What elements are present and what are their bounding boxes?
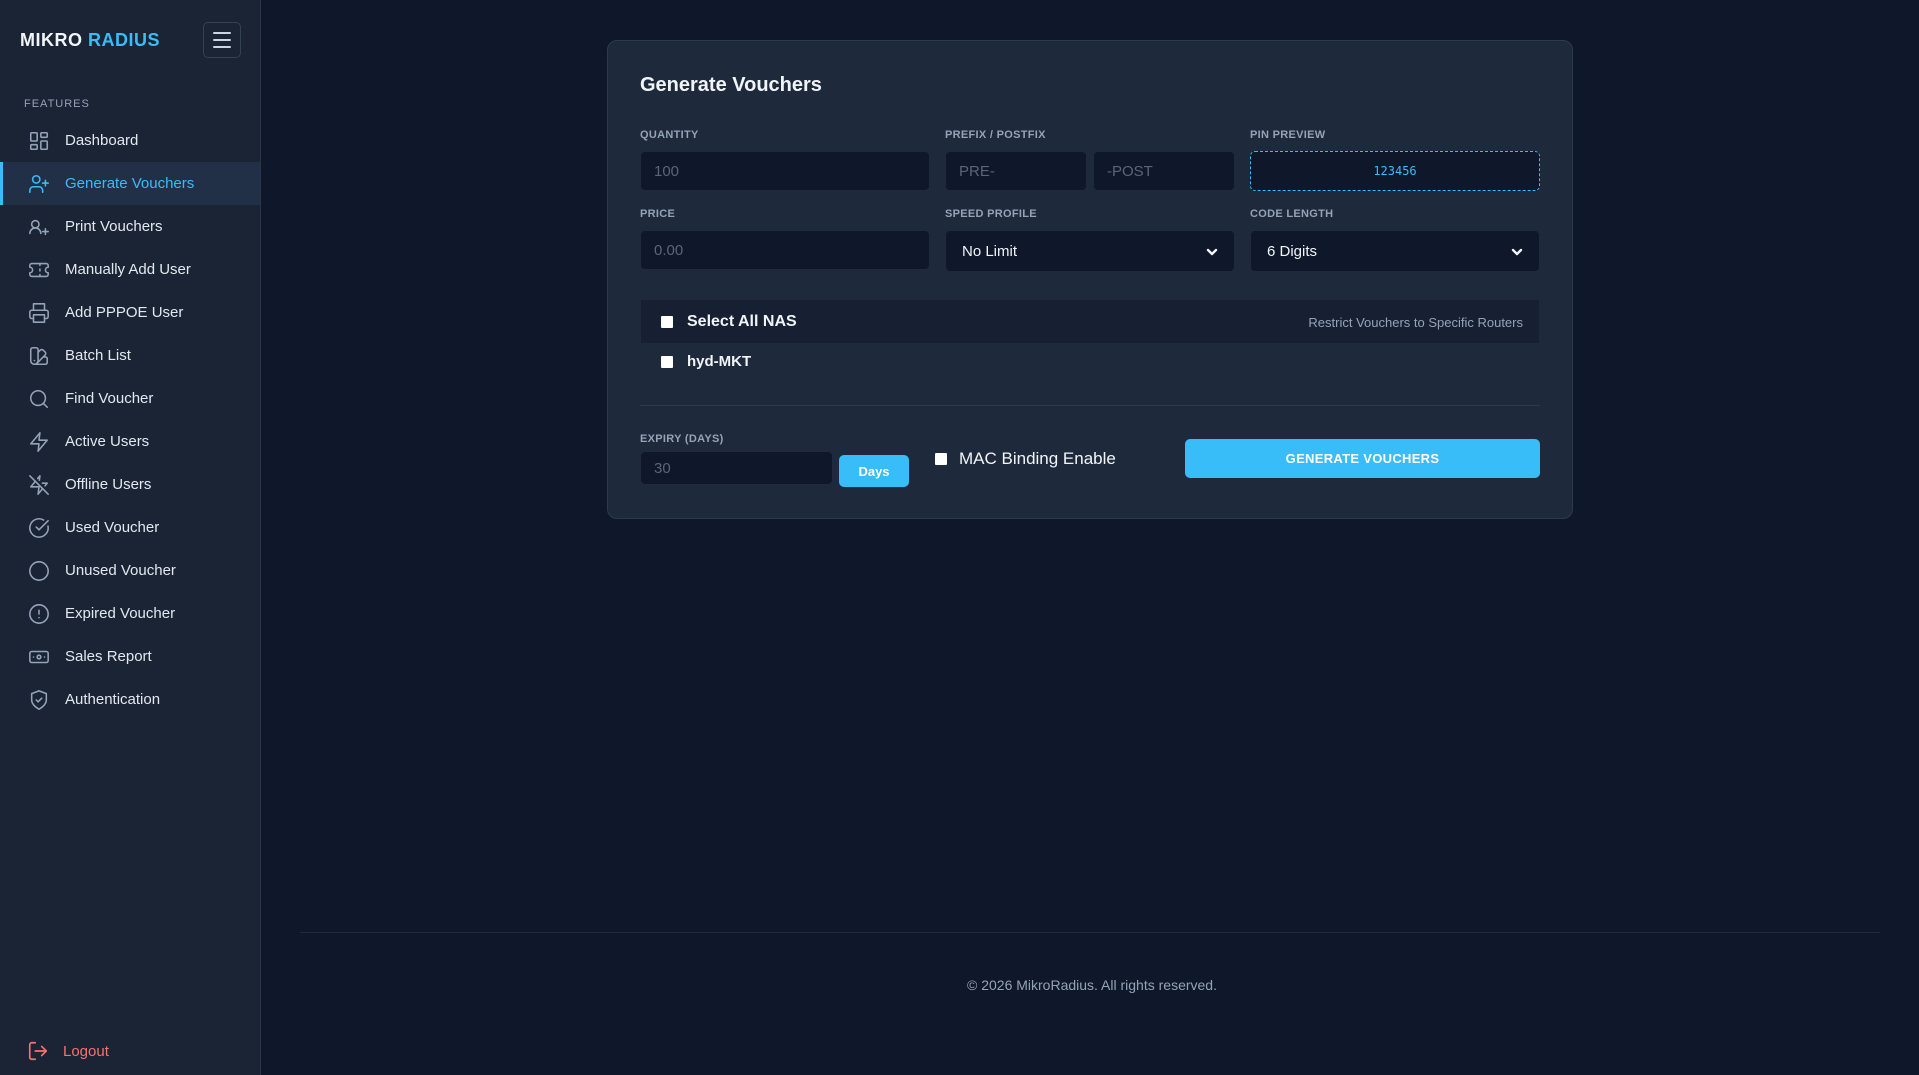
sidebar-item-label: Sales Report <box>65 648 152 665</box>
footer: © 2026 MikroRadius. All rights reserved. <box>0 977 1919 993</box>
expiry-unit-button[interactable]: Days <box>839 455 909 487</box>
price-input[interactable] <box>640 230 930 270</box>
shield-check-icon <box>27 688 51 712</box>
logout-icon <box>28 1041 48 1061</box>
sidebar-item-label: Unused Voucher <box>65 562 176 579</box>
swatch-book-icon <box>27 344 51 368</box>
sidebar-item-label: Generate Vouchers <box>65 175 195 192</box>
footer-copyright: © 2026 MikroRadius. All rights reserved. <box>967 977 1217 993</box>
nas-header: Select All NAS Restrict Vouchers to Spec… <box>641 300 1539 344</box>
code-length-select[interactable]: 6 Digits <box>1250 230 1540 272</box>
mac-binding-label: MAC Binding Enable <box>959 449 1116 468</box>
user-plus-icon <box>27 215 51 239</box>
sidebar-item-add-pppoe-user[interactable]: Add PPPOE User <box>0 291 260 334</box>
sidebar-item-offline-users[interactable]: Offline Users <box>0 463 260 506</box>
section-label: FEATURES <box>24 98 90 110</box>
postfix-input[interactable] <box>1093 151 1235 191</box>
prefix-input[interactable] <box>945 151 1087 191</box>
menu-toggle-button[interactable] <box>203 22 241 58</box>
hamburger-icon-bar <box>213 46 231 48</box>
sidebar-nav: Dashboard Generate Vouchers Print Vouche… <box>0 119 260 721</box>
speed-profile-value: No Limit <box>962 242 1018 260</box>
sidebar-item-label: Offline Users <box>65 476 152 493</box>
page-title: Generate Vouchers <box>640 74 822 96</box>
quantity-input[interactable] <box>640 151 930 191</box>
brand-part1: MIKRO <box>20 30 83 50</box>
pin-preview: 123456 <box>1250 151 1540 191</box>
nas-restrict-note: Restrict Vouchers to Specific Routers <box>1308 315 1523 330</box>
expiry-label: EXPIRY (DAYS) <box>640 433 724 445</box>
sidebar-item-find-voucher[interactable]: Find Voucher <box>0 377 260 420</box>
expiry-input[interactable] <box>640 451 833 485</box>
brand-logo: MIKRO RADIUS <box>20 30 160 51</box>
speed-profile-label: SPEED PROFILE <box>945 208 1037 220</box>
zap-off-icon <box>27 473 51 497</box>
sidebar-item-label: Dashboard <box>65 132 139 149</box>
sidebar-item-expired-voucher[interactable]: Expired Voucher <box>0 592 260 635</box>
code-length-value: 6 Digits <box>1267 242 1318 260</box>
footer-divider <box>300 932 1880 933</box>
sidebar-item-sales-report[interactable]: Sales Report <box>0 635 260 678</box>
hamburger-icon-bar <box>213 39 231 41</box>
banknote-icon <box>27 645 51 669</box>
select-all-nas-checkbox[interactable] <box>661 316 673 328</box>
ticket-icon <box>27 258 51 282</box>
sidebar-item-label: Print Vouchers <box>65 218 163 235</box>
hamburger-icon <box>213 32 231 34</box>
sidebar-item-label: Batch List <box>65 347 131 364</box>
pin-preview-label: PIN PREVIEW <box>1250 129 1326 141</box>
logout-button[interactable]: Logout <box>27 1040 109 1062</box>
sidebar-item-batch-list[interactable]: Batch List <box>0 334 260 377</box>
sidebar-item-manually-add-user[interactable]: Manually Add User <box>0 248 260 291</box>
price-label: PRICE <box>640 208 676 220</box>
generate-vouchers-button[interactable]: GENERATE VOUCHERS <box>1185 439 1540 478</box>
alert-circle-icon <box>27 602 51 626</box>
sidebar-item-generate-vouchers[interactable]: Generate Vouchers <box>0 162 260 205</box>
sidebar-item-print-vouchers[interactable]: Print Vouchers <box>0 205 260 248</box>
zap-icon <box>27 430 51 454</box>
sidebar-item-label: Used Voucher <box>65 519 160 536</box>
check-circle-icon <box>27 516 51 540</box>
brand-part2: RADIUS <box>88 30 161 50</box>
sidebar-item-dashboard[interactable]: Dashboard <box>0 119 260 162</box>
speed-profile-select[interactable]: No Limit <box>945 230 1235 272</box>
select-all-nas-label: Select All NAS <box>687 313 797 330</box>
sidebar-item-active-users[interactable]: Active Users <box>0 420 260 463</box>
sidebar-item-label: Add PPPOE User <box>65 304 184 321</box>
user-plus-icon <box>27 172 51 196</box>
grid-icon <box>27 129 51 153</box>
quantity-label: QUANTITY <box>640 129 699 141</box>
nas-selection-box: Select All NAS Restrict Vouchers to Spec… <box>640 299 1540 380</box>
divider <box>640 405 1540 406</box>
sidebar-item-unused-voucher[interactable]: Unused Voucher <box>0 549 260 592</box>
circle-icon <box>27 559 51 583</box>
sidebar-item-label: Authentication <box>65 691 161 708</box>
search-icon <box>27 387 51 411</box>
code-length-label: CODE LENGTH <box>1250 208 1334 220</box>
chevron-down-icon <box>1206 245 1218 257</box>
sidebar-item-label: Expired Voucher <box>65 605 176 622</box>
sidebar-item-label: Find Voucher <box>65 390 154 407</box>
sidebar: MIKRO RADIUS FEATURES Dashboard Generate… <box>0 0 261 1075</box>
logout-label: Logout <box>63 1042 109 1060</box>
printer-icon <box>27 301 51 325</box>
sidebar-item-label: Manually Add User <box>65 261 191 278</box>
prefix-postfix-label: PREFIX / POSTFIX <box>945 129 1046 141</box>
chevron-down-icon <box>1511 245 1523 257</box>
sidebar-item-authentication[interactable]: Authentication <box>0 678 260 721</box>
nas-item-label: hyd-MKT <box>687 353 752 370</box>
mac-binding-checkbox[interactable] <box>935 453 947 465</box>
generate-vouchers-card: Generate Vouchers QUANTITY PREFIX / POST… <box>607 40 1573 519</box>
sidebar-item-used-voucher[interactable]: Used Voucher <box>0 506 260 549</box>
sidebar-item-label: Active Users <box>65 433 150 450</box>
nas-item-checkbox[interactable] <box>661 356 673 368</box>
